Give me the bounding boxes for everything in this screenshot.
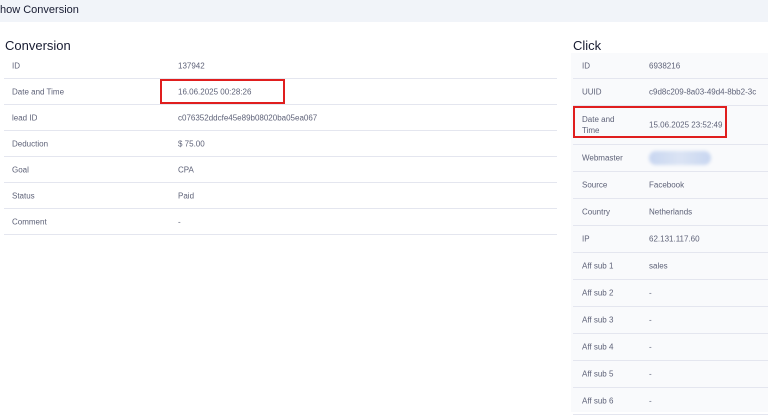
click-row-aff-sub-2: Aff sub 2 - xyxy=(573,280,768,307)
row-label: Aff sub 1 xyxy=(582,261,614,271)
row-value: - xyxy=(649,369,652,379)
row-label: Goal xyxy=(12,165,29,174)
click-table: ID 6938216 UUID c9d8c209-8a03-49d4-8bb2-… xyxy=(573,53,768,415)
row-value: $ 75.00 xyxy=(178,139,205,148)
row-value: CPA xyxy=(178,165,194,174)
click-row-aff-sub-5: Aff sub 5 - xyxy=(573,361,768,388)
row-label: Country xyxy=(582,207,611,217)
click-row-aff-sub-3: Aff sub 3 - xyxy=(573,307,768,334)
row-label: Source xyxy=(582,180,608,190)
row-label: ID xyxy=(582,61,590,70)
conversion-row-date-time: Date and Time 16.06.2025 00:28:26 xyxy=(4,79,557,105)
click-row-uuid: UUID c9d8c209-8a03-49d4-8bb2-3c xyxy=(573,79,768,106)
row-value: - xyxy=(649,288,652,298)
conversion-row-deduction: Deduction $ 75.00 xyxy=(4,131,557,157)
conversion-table: ID 137942 Date and Time 16.06.2025 00:28… xyxy=(4,53,557,235)
click-row-webmaster: Webmaster xyxy=(573,145,768,172)
row-label: Comment xyxy=(12,217,47,226)
row-value: 6938216 xyxy=(649,61,681,70)
click-row-aff-sub-6: Aff sub 6 - xyxy=(573,388,768,415)
row-value: sales xyxy=(649,261,668,271)
conversion-row-id: ID 137942 xyxy=(4,53,557,79)
row-label: UUID xyxy=(582,87,602,97)
click-section-title: Click xyxy=(573,38,602,53)
row-value: 15.06.2025 23:52:49 xyxy=(649,120,723,130)
row-label: IP xyxy=(582,234,590,244)
click-row-country: Country Netherlands xyxy=(573,199,768,226)
conversion-section-title: Conversion xyxy=(5,38,71,53)
row-label: ID xyxy=(12,61,20,70)
click-row-ip: IP 62.131.117.60 xyxy=(573,226,768,253)
click-row-aff-sub-1: Aff sub 1 sales xyxy=(573,253,768,280)
row-value: - xyxy=(649,396,652,406)
row-value: 62.131.117.60 xyxy=(649,234,700,244)
row-label: Aff sub 4 xyxy=(582,342,614,352)
row-value: - xyxy=(649,342,652,352)
page-title: how Conversion xyxy=(0,4,79,16)
row-label: Date and Time xyxy=(12,87,65,96)
row-label: Aff sub 2 xyxy=(582,288,614,298)
row-label: Webmaster xyxy=(582,153,623,163)
row-label: Aff sub 5 xyxy=(582,369,614,379)
click-row-id: ID 6938216 xyxy=(573,53,768,79)
row-value: - xyxy=(649,315,652,325)
page-header: how Conversion xyxy=(0,0,768,22)
row-label: Aff sub 3 xyxy=(582,315,614,325)
row-label: lead ID xyxy=(12,113,38,122)
row-label: Deduction xyxy=(12,139,49,148)
redacted-webmaster-value xyxy=(649,151,711,165)
conversion-row-goal: Goal CPA xyxy=(4,157,557,183)
conversion-row-comment: Comment - xyxy=(4,209,557,235)
click-row-date-time: Date and Time 15.06.2025 23:52:49 xyxy=(573,106,768,145)
row-label: Aff sub 6 xyxy=(582,396,614,406)
row-value: 137942 xyxy=(178,61,205,70)
conversion-row-status: Status Paid xyxy=(4,183,557,209)
row-value: Facebook xyxy=(649,180,685,190)
row-value: Paid xyxy=(178,191,195,200)
row-value: - xyxy=(178,217,181,226)
row-value: 16.06.2025 00:28:26 xyxy=(178,87,252,96)
conversion-row-lead-id: lead ID c076352ddcfe45e89b08020ba05ea067 xyxy=(4,105,557,131)
row-label: Date and Time xyxy=(582,115,615,135)
click-row-source: Source Facebook xyxy=(573,172,768,199)
row-label: Status xyxy=(12,191,35,200)
click-row-aff-sub-4: Aff sub 4 - xyxy=(573,334,768,361)
row-value: c9d8c209-8a03-49d4-8bb2-3c xyxy=(649,87,757,97)
row-value: Netherlands xyxy=(649,207,693,217)
row-value: c076352ddcfe45e89b08020ba05ea067 xyxy=(178,113,318,122)
